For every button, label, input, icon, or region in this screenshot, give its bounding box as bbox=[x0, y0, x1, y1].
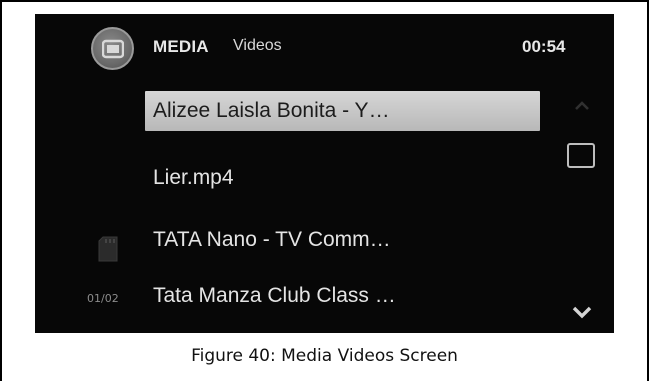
list-item[interactable]: Lier.mp4 bbox=[145, 158, 545, 198]
page-indicator: 01/02 bbox=[87, 292, 119, 305]
figure-caption: Figure 40: Media Videos Screen bbox=[191, 346, 458, 366]
media-videos-screen: MEDIA Videos 00:54 Alizee Laisla Bonita … bbox=[35, 14, 614, 333]
chevron-up-icon[interactable] bbox=[574, 98, 590, 116]
clock-time: 00:54 bbox=[522, 37, 566, 56]
media-icon[interactable] bbox=[91, 27, 134, 70]
list-item[interactable]: TATA Nano - TV Comm… bbox=[145, 220, 545, 260]
chevron-down-icon[interactable] bbox=[571, 305, 593, 324]
sd-card-icon bbox=[98, 236, 118, 267]
header-subtitle: Videos bbox=[233, 37, 282, 54]
select-checkbox[interactable] bbox=[567, 143, 595, 168]
list-item[interactable]: Tata Manza Club Class … bbox=[145, 276, 545, 316]
list-item[interactable]: Alizee Laisla Bonita - Y… bbox=[145, 91, 540, 131]
header-title: MEDIA bbox=[153, 37, 209, 56]
